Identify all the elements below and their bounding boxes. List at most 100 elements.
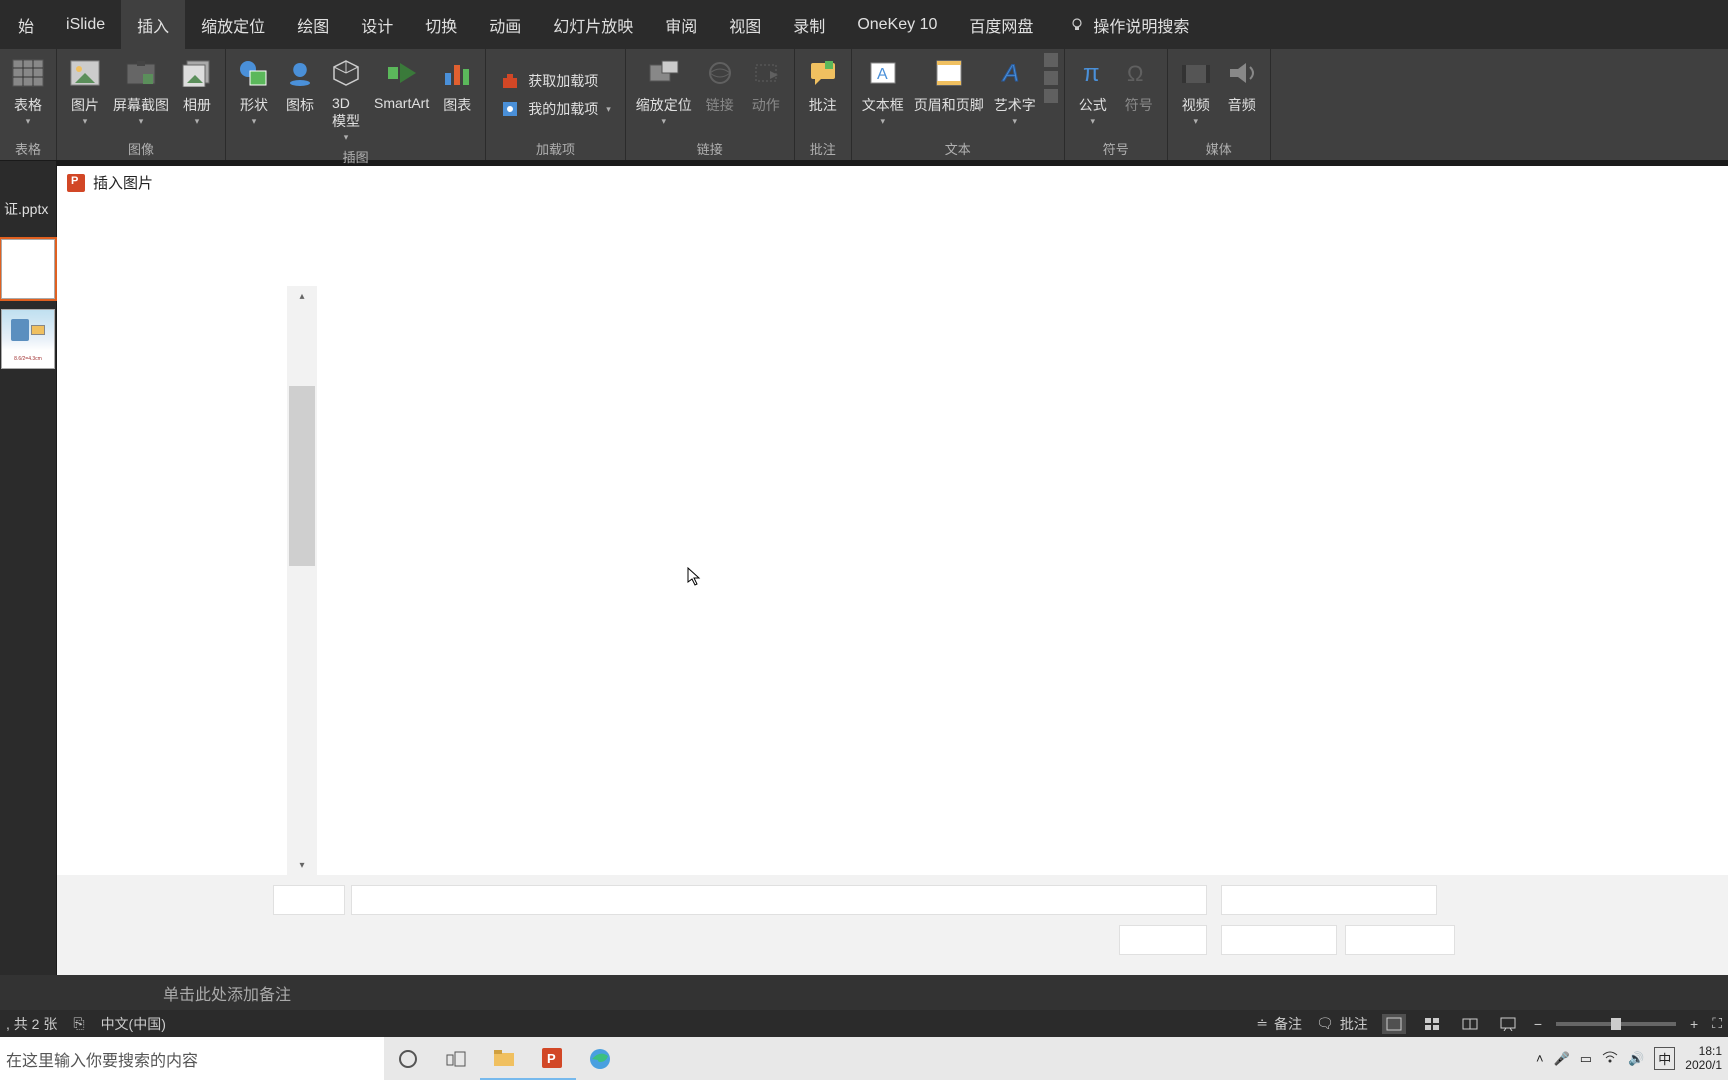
insert-button[interactable] [1221, 925, 1337, 955]
icons-button[interactable]: 图标 [278, 53, 322, 145]
tab-start[interactable]: 始 [2, 0, 50, 49]
notes-toggle[interactable]: ≐备注 [1256, 1014, 1302, 1034]
omega-icon: Ω [1121, 55, 1157, 91]
textbox-button[interactable]: A文本框▾ [858, 53, 908, 137]
tools-button[interactable] [1119, 925, 1207, 955]
action-icon [748, 55, 784, 91]
table-button[interactable]: 表格▾ [6, 53, 50, 137]
get-addins-button[interactable]: 获取加载项 [500, 71, 611, 91]
filetype-dropdown[interactable] [1221, 885, 1437, 915]
pi-icon: π [1075, 55, 1111, 91]
taskbar-search[interactable]: 在这里输入你要搜索的内容 [0, 1037, 384, 1080]
zoom-in-button[interactable]: + [1690, 1016, 1698, 1032]
reading-view-button[interactable] [1458, 1014, 1482, 1034]
wifi-icon[interactable] [1602, 1051, 1618, 1066]
tell-me-search[interactable]: 操作说明搜索 [1053, 0, 1205, 49]
slide-thumbnails: 证.pptx 8.6/2=4.3cm [0, 161, 56, 975]
screenshot-button[interactable]: 屏幕截图▾ [109, 53, 173, 137]
windows-taskbar: 在这里输入你要搜索的内容 P ˄ 🎤 ▭ 🔊 中 18:1 2020/1 [0, 1037, 1728, 1080]
slide-thumb-1[interactable] [1, 239, 55, 299]
equation-button[interactable]: π公式▾ [1071, 53, 1115, 137]
textbox-icon: A [865, 55, 901, 91]
tray-chevron-icon[interactable]: ˄ [1536, 1051, 1544, 1066]
task-view-button[interactable] [432, 1037, 480, 1080]
powerpoint-icon [67, 174, 85, 192]
my-addins-button[interactable]: 我的加载项▾ [500, 99, 611, 119]
edge-taskbar-icon[interactable] [576, 1037, 624, 1080]
tab-review[interactable]: 审阅 [649, 0, 713, 49]
group-comments-label: 批注 [801, 137, 845, 160]
scroll-down[interactable]: ▾ [287, 855, 317, 875]
battery-icon[interactable]: ▭ [1580, 1051, 1592, 1067]
tab-transition[interactable]: 切换 [409, 0, 473, 49]
header-footer-button[interactable]: 页眉和页脚 [910, 53, 988, 137]
menu-tabs: 始 iSlide 插入 缩放定位 绘图 设计 切换 动画 幻灯片放映 审阅 视图… [0, 0, 1728, 49]
cancel-button[interactable] [1345, 925, 1455, 955]
tab-record[interactable]: 录制 [777, 0, 841, 49]
picture-icon [67, 55, 103, 91]
scroll-up[interactable]: ▴ [287, 286, 317, 306]
comment-button[interactable]: 批注 [801, 53, 845, 137]
group-text-label: 文本 [858, 137, 1058, 160]
scroll-track[interactable] [287, 306, 317, 855]
filename-input[interactable] [351, 885, 1207, 915]
svg-text:P: P [547, 1051, 556, 1066]
zoom-to-button[interactable]: 缩放定位▾ [632, 53, 696, 137]
zoom-slider[interactable] [1556, 1022, 1676, 1026]
picture-button[interactable]: 图片▾ [63, 53, 107, 137]
smartart-button[interactable]: SmartArt [370, 53, 433, 145]
system-tray: ˄ 🎤 ▭ 🔊 中 18:1 2020/1 [1536, 1045, 1728, 1071]
tab-onekey[interactable]: OneKey 10 [841, 0, 953, 49]
ime-indicator[interactable]: 中 [1654, 1047, 1675, 1070]
volume-icon[interactable]: 🔊 [1628, 1051, 1644, 1067]
scroll-thumb[interactable] [289, 386, 315, 566]
chart-button[interactable]: 图表 [435, 53, 479, 145]
dialog-footer [57, 875, 1728, 975]
video-icon [1178, 55, 1214, 91]
dialog-title-text: 插入图片 [93, 172, 153, 193]
tab-islide[interactable]: iSlide [50, 0, 121, 49]
normal-view-button[interactable] [1382, 1014, 1406, 1034]
tab-insert[interactable]: 插入 [121, 0, 185, 49]
wordart-icon: A [997, 55, 1033, 91]
comments-toggle[interactable]: 🗨批注 [1316, 1014, 1368, 1034]
zoom-out-button[interactable]: − [1534, 1016, 1542, 1032]
fit-button[interactable]: ⛶ [1712, 1015, 1722, 1032]
slide-thumb-2[interactable]: 8.6/2=4.3cm [1, 309, 55, 369]
powerpoint-taskbar-icon[interactable]: P [528, 1037, 576, 1080]
explorer-taskbar-icon[interactable] [480, 1037, 528, 1080]
tab-draw[interactable]: 绘图 [281, 0, 345, 49]
tab-zoom[interactable]: 缩放定位 [185, 0, 281, 49]
notes-pane[interactable]: 单击此处添加备注 [0, 975, 1728, 1010]
text-extra-buttons[interactable] [1044, 53, 1058, 137]
tab-slideshow[interactable]: 幻灯片放映 [537, 0, 649, 49]
spellcheck-icon[interactable]: ⎘ [73, 1015, 84, 1032]
tab-baidu[interactable]: 百度网盘 [953, 0, 1049, 49]
zoom-handle[interactable] [1611, 1018, 1621, 1030]
clock[interactable]: 18:1 2020/1 [1685, 1045, 1722, 1071]
bulb-icon [1069, 17, 1085, 33]
wordart-button[interactable]: A艺术字▾ [990, 53, 1040, 137]
dialog-scrollbar[interactable]: ▴ ▾ [287, 286, 317, 875]
cortana-button[interactable] [384, 1037, 432, 1080]
audio-button[interactable]: 音频 [1220, 53, 1264, 137]
symbol-button: Ω符号 [1117, 53, 1161, 137]
language-status[interactable]: 中文(中国) [101, 1014, 166, 1034]
album-icon [179, 55, 215, 91]
tab-animation[interactable]: 动画 [473, 0, 537, 49]
group-media-label: 媒体 [1174, 137, 1264, 160]
sorter-view-button[interactable] [1420, 1014, 1444, 1034]
slideshow-view-button[interactable] [1496, 1014, 1520, 1034]
video-button[interactable]: 视频▾ [1174, 53, 1218, 137]
group-symbols-label: 符号 [1071, 137, 1161, 160]
album-button[interactable]: 相册▾ [175, 53, 219, 137]
mic-icon[interactable]: 🎤 [1554, 1051, 1570, 1067]
shapes-button[interactable]: 形状▾ [232, 53, 276, 145]
3d-model-button[interactable]: 3D 模型▾ [324, 53, 368, 145]
shapes-icon [236, 55, 272, 91]
cube-icon [328, 55, 364, 91]
tab-view[interactable]: 视图 [713, 0, 777, 49]
tab-design[interactable]: 设计 [345, 0, 409, 49]
svg-text:A: A [877, 66, 888, 83]
addin-icon [500, 99, 520, 119]
